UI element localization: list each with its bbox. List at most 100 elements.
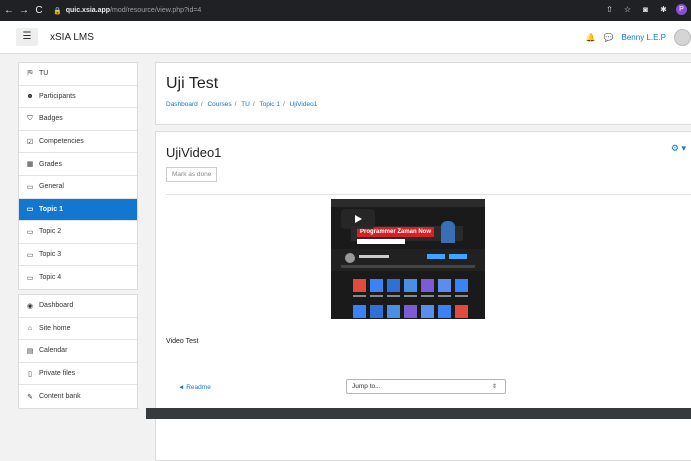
browser-actions: ⇧ ☆ ◙ ✱ P <box>604 4 687 15</box>
site-name[interactable]: xSIA LMS <box>50 32 94 43</box>
back-icon[interactable]: ← <box>3 5 15 16</box>
breadcrumb: Dashboard / Courses / TU / Topic 1/ UjiVide… <box>166 101 684 108</box>
sidebar-item-label: Grades <box>39 160 62 168</box>
course-nav-block: ⛿ TU ☻ Participants ⛉ Badges ☑ Competencies ▦ Gra… <box>18 62 138 290</box>
bell-icon[interactable]: 🔔 <box>586 33 596 42</box>
sidebar-item-label: Badges <box>39 115 63 123</box>
main-region: Uji Test Dashboard / Courses / TU / Topic 1… <box>155 62 691 461</box>
sidebar-item-dashboard[interactable]: ◉ Dashboard <box>19 295 137 318</box>
video-thumbnail-title <box>404 295 417 297</box>
folder-icon: ▭ <box>26 228 34 236</box>
video-thumbnail <box>404 279 417 292</box>
user-name[interactable]: Benny L.E.P <box>622 33 666 42</box>
sidebar-item-label: Calendar <box>39 347 68 355</box>
page-title: Uji Test <box>166 75 219 92</box>
video-thumbnail <box>438 279 451 292</box>
sidebar-item-calendar[interactable]: ▤ Calendar <box>19 340 137 363</box>
play-button[interactable] <box>341 209 375 229</box>
chat-icon[interactable]: 💬 <box>604 33 614 42</box>
jump-to-select[interactable]: Jump to... ⇕ <box>346 379 506 394</box>
channel-name <box>359 255 389 258</box>
puzzle-icon[interactable]: ✱ <box>658 4 669 15</box>
browser-profile-avatar[interactable]: P <box>676 4 687 15</box>
sidebar-item-label: Topic 1 <box>39 205 63 213</box>
sidebar-item-topic-2[interactable]: ▭ Topic 2 <box>19 221 137 244</box>
video-banner-subtitle <box>357 239 405 244</box>
video-thumbnail <box>438 305 451 318</box>
breadcrumb-course[interactable]: TU <box>241 101 250 108</box>
breadcrumb-courses[interactable]: Courses <box>207 101 231 108</box>
video-thumbnail <box>421 279 434 292</box>
sidebar-item-content-bank[interactable]: ✎ Content bank <box>19 385 137 408</box>
sidebar-item-tu[interactable]: ⛿ TU <box>19 63 137 86</box>
user-avatar[interactable] <box>674 29 691 46</box>
shield-icon: ⛉ <box>27 114 33 122</box>
sidebar-item-topic-3[interactable]: ▭ Topic 3 <box>19 244 137 267</box>
breadcrumb-dashboard[interactable]: Dashboard <box>166 101 198 108</box>
mark-as-done-button[interactable]: Mark as done <box>166 167 218 182</box>
pencil-icon: ✎ <box>27 393 33 401</box>
folder-icon: ▭ <box>26 183 34 191</box>
sidebar-item-label: Topic 3 <box>39 251 62 259</box>
breadcrumb-topic[interactable]: Topic 1 <box>259 101 280 108</box>
sidebar-item-topic-1[interactable]: ▭ Topic 1 <box>19 198 137 222</box>
folder-icon: ▭ <box>26 251 34 259</box>
video-thumbnail <box>370 305 383 318</box>
video-thumbnail <box>455 279 468 292</box>
share-icon[interactable]: ⇧ <box>604 4 615 15</box>
sidebar-item-participants[interactable]: ☻ Participants <box>19 86 137 109</box>
page-header: Uji Test Dashboard / Courses / TU / Topic 1… <box>155 62 691 125</box>
address-bar[interactable]: quic.xsia.app/mod/resource/view.php?id=4 <box>66 7 202 14</box>
reload-icon[interactable]: C <box>33 5 45 16</box>
sidebar-item-label: Content bank <box>39 393 81 401</box>
sidebar-item-badges[interactable]: ⛉ Badges <box>19 108 137 131</box>
page-footer <box>146 408 691 419</box>
table-icon: ▦ <box>26 161 34 169</box>
sidebar-item-label: Topic 4 <box>39 274 62 282</box>
sidebar-item-site-home[interactable]: ⌂ Site home <box>19 318 137 341</box>
breadcrumb-separator: / <box>252 101 255 108</box>
breadcrumb-current[interactable]: UjiVideo1 <box>290 101 318 108</box>
folder-icon: ▭ <box>26 274 34 282</box>
sidebar-item-private-files[interactable]: ▯ Private files <box>19 363 137 386</box>
resource-title: UjiVideo1 <box>166 145 222 160</box>
video-browser-bar <box>331 199 485 207</box>
sidebar-item-label: Participants <box>39 92 76 100</box>
extension-icon[interactable]: ◙ <box>640 4 651 15</box>
top-navbar: ☰ xSIA LMS 🔔 💬 Benny L.E.P <box>0 21 691 54</box>
video-thumbnail <box>404 305 417 318</box>
forward-icon[interactable]: → <box>18 5 30 16</box>
sidebar-item-label: Private files <box>39 370 76 378</box>
check-square-icon: ☑ <box>26 138 34 146</box>
folder-icon: ▭ <box>26 206 34 214</box>
sidebar-item-label: Competencies <box>39 138 84 146</box>
sidebar-item-general[interactable]: ▭ General <box>19 176 137 199</box>
url-path: /mod/resource/view.php?id=4 <box>110 7 202 14</box>
video-thumbnail <box>387 305 400 318</box>
video-thumbnail <box>353 279 366 292</box>
breadcrumb-separator: / <box>234 101 237 108</box>
video-player[interactable]: Programmer Zaman Now <box>331 199 485 319</box>
sidebar-item-topic-4[interactable]: ▭ Topic 4 <box>19 266 137 289</box>
video-caption: Video Test <box>166 338 199 345</box>
graduation-cap-icon: ⛿ <box>27 69 33 77</box>
sidebar-item-competencies[interactable]: ☑ Competencies <box>19 131 137 154</box>
video-thumbnail <box>353 305 366 318</box>
previous-activity-link[interactable]: ◄ Readme <box>178 384 211 391</box>
video-thumbnail <box>370 279 383 292</box>
sidebar-item-label: TU <box>39 70 49 78</box>
video-thumbnail-title <box>370 295 383 297</box>
sidebar-item-grades[interactable]: ▦ Grades <box>19 153 137 176</box>
star-icon[interactable]: ☆ <box>622 4 633 15</box>
file-icon: ▯ <box>28 370 32 378</box>
menu-toggle-button[interactable]: ☰ <box>16 28 38 46</box>
video-thumbnail-title <box>421 295 434 297</box>
site-nav-block: ◉ Dashboard ⌂ Site home ▤ Calendar ▯ Private fi… <box>18 293 138 409</box>
navbar-user-area: 🔔 💬 Benny L.E.P <box>586 29 691 46</box>
home-icon: ⌂ <box>27 324 33 332</box>
lock-icon: 🔒 <box>53 7 62 15</box>
chevron-updown-icon: ⇕ <box>491 384 497 390</box>
gear-icon[interactable]: ⚙ ▾ <box>671 143 686 154</box>
channel-tabs <box>341 265 475 268</box>
url-host: quic.xsia.app <box>65 7 111 14</box>
